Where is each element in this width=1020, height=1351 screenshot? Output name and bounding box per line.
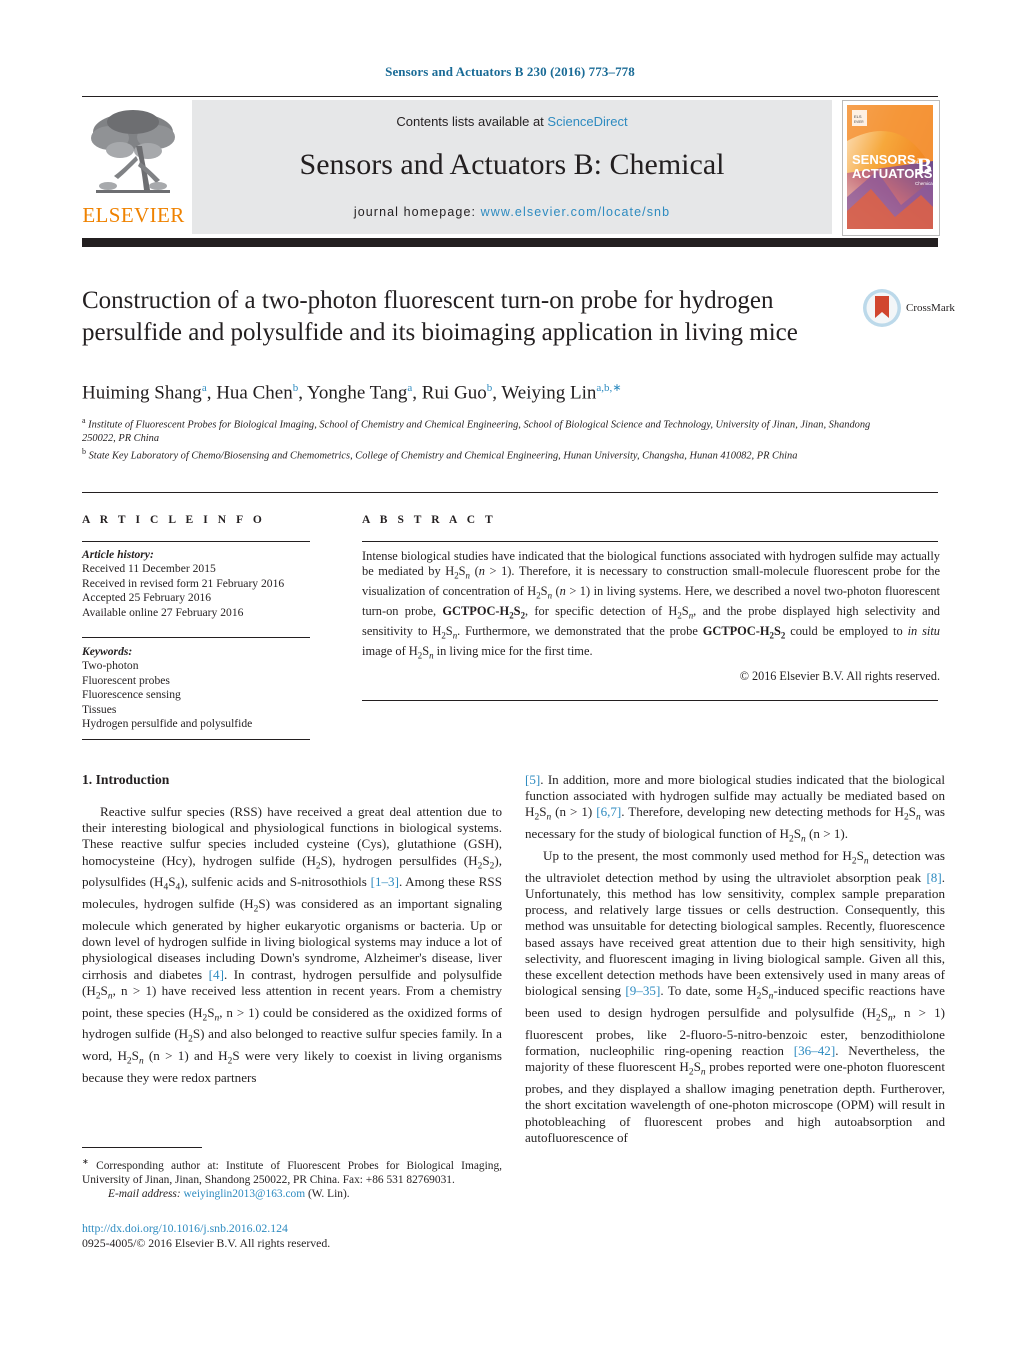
keyword-item: Two-photon bbox=[82, 659, 139, 673]
body-column-right: [5]. In addition, more and more biologic… bbox=[525, 772, 945, 1146]
paragraph: Up to the present, the most commonly use… bbox=[525, 848, 945, 1145]
elsevier-wordmark: ELSEVIER bbox=[82, 203, 185, 227]
paragraph: Reactive sulfur species (RSS) have recei… bbox=[82, 804, 502, 1086]
journal-cover-thumbnail: ELS EVIER SENSORS and ACTUATORS B Chemic… bbox=[842, 100, 940, 236]
abstract-text: Intense biological studies have indicate… bbox=[362, 549, 941, 661]
svg-text:EVIER: EVIER bbox=[854, 120, 864, 124]
svg-text:ELS: ELS bbox=[854, 114, 862, 119]
masthead-panel: Contents lists available at ScienceDirec… bbox=[192, 100, 832, 234]
elsevier-logo: ELSEVIER bbox=[82, 100, 185, 234]
journal-homepage-line: journal homepage: www.elsevier.com/locat… bbox=[192, 205, 832, 219]
keyword-item: Hydrogen persulfide and polysulfide bbox=[82, 717, 253, 731]
abstract-rule-top bbox=[362, 541, 938, 542]
abstract-heading: A B S T R A C T bbox=[362, 514, 497, 526]
corresponding-author-note: ∗ Corresponding author at: Institute of … bbox=[82, 1155, 502, 1201]
paragraph: [5]. In addition, more and more biologic… bbox=[525, 772, 945, 845]
svg-text:Chemical: Chemical bbox=[915, 181, 934, 186]
email-label: E-mail address: bbox=[108, 1188, 181, 1201]
keyword-item: Tissues bbox=[82, 702, 117, 716]
author-list: Huiming Shanga, Hua Chenb, Yonghe Tanga,… bbox=[82, 382, 622, 404]
journal-masthead: ELSEVIER Contents lists available at Sci… bbox=[82, 100, 940, 236]
title-block-rule bbox=[82, 492, 938, 493]
article-info-rule-top bbox=[82, 541, 310, 542]
cover-art-icon: ELS EVIER SENSORS and ACTUATORS B Chemic… bbox=[843, 101, 937, 233]
article-info-rule-mid bbox=[82, 637, 310, 638]
svg-text:SENSORS: SENSORS bbox=[852, 152, 916, 167]
elsevier-tree-icon bbox=[91, 110, 175, 193]
doi-link[interactable]: http://dx.doi.org/10.1016/j.snb.2016.02.… bbox=[82, 1221, 512, 1236]
article-info-rule-bottom bbox=[82, 739, 310, 740]
article-history-item: Available online 27 February 2016 bbox=[82, 605, 244, 619]
affiliations: a Institute of Fluorescent Probes for Bi… bbox=[82, 414, 872, 463]
abstract-rule-bottom bbox=[362, 700, 938, 701]
contents-prefix: Contents lists available at bbox=[396, 114, 548, 129]
affiliation-a-text: Institute of Fluorescent Probes for Biol… bbox=[82, 419, 871, 444]
footnote-rule bbox=[82, 1147, 202, 1148]
email-link[interactable]: weiyinglin2013@163.com bbox=[184, 1188, 306, 1200]
affiliation-b-marker: b bbox=[82, 447, 86, 457]
article-history-item: Received 11 December 2015 bbox=[82, 562, 216, 576]
keyword-item: Fluorescent probes bbox=[82, 673, 170, 687]
article-history-item: Accepted 25 February 2016 bbox=[82, 591, 212, 605]
keyword-item: Fluorescence sensing bbox=[82, 688, 181, 702]
abstract-copyright: © 2016 Elsevier B.V. All rights reserved… bbox=[739, 669, 940, 683]
affiliation-a: a Institute of Fluorescent Probes for Bi… bbox=[82, 414, 872, 445]
email-suffix: (W. Lin). bbox=[307, 1188, 350, 1201]
keywords-label: Keywords: bbox=[82, 645, 133, 658]
crossmark-label: CrossMark bbox=[906, 302, 955, 314]
journal-homepage-link[interactable]: www.elsevier.com/locate/snb bbox=[481, 205, 671, 219]
page-title: Construction of a two-photon fluorescent… bbox=[82, 287, 798, 346]
running-head: Sensors and Actuators B 230 (2016) 773–7… bbox=[385, 64, 635, 79]
corresponding-author-text: ∗ Corresponding author at: Institute of … bbox=[82, 1157, 502, 1186]
section-heading-introduction: 1. Introduction bbox=[82, 772, 170, 787]
body-column-left: 1. Introduction Reactive sulfur species … bbox=[82, 772, 502, 1086]
crossmark-badge[interactable]: CrossMark bbox=[862, 288, 958, 332]
article-history-label: Article history: bbox=[82, 548, 154, 561]
crossmark-icon bbox=[863, 289, 901, 327]
journal-title: Sensors and Actuators B: Chemical bbox=[299, 148, 725, 181]
article-history-item: Received in revised form 21 February 201… bbox=[82, 576, 285, 590]
article-info-heading: A R T I C L E I N F O bbox=[82, 514, 266, 526]
affiliation-b: b State Key Laboratory of Chemo/Biosensi… bbox=[82, 445, 872, 463]
affiliation-a-marker: a bbox=[82, 416, 86, 425]
top-rule bbox=[82, 96, 938, 97]
doi-block: http://dx.doi.org/10.1016/j.snb.2016.02.… bbox=[82, 1221, 512, 1251]
homepage-prefix: journal homepage: bbox=[353, 205, 481, 219]
masthead-bottom-bar bbox=[82, 238, 938, 247]
contents-available-line: Contents lists available at ScienceDirec… bbox=[192, 114, 832, 129]
svg-text:B: B bbox=[917, 153, 932, 178]
affiliation-b-text: State Key Laboratory of Chemo/Biosensing… bbox=[88, 450, 798, 462]
article-history: Article history: Received 11 December 20… bbox=[82, 548, 312, 620]
keywords-block: Keywords: Two-photon Fluorescent probes … bbox=[82, 645, 312, 731]
paper-page: Sensors and Actuators B 230 (2016) 773–7… bbox=[0, 0, 1020, 1351]
issn-copyright-line: 0925-4005/© 2016 Elsevier B.V. All right… bbox=[82, 1236, 331, 1250]
sciencedirect-link[interactable]: ScienceDirect bbox=[547, 114, 627, 129]
